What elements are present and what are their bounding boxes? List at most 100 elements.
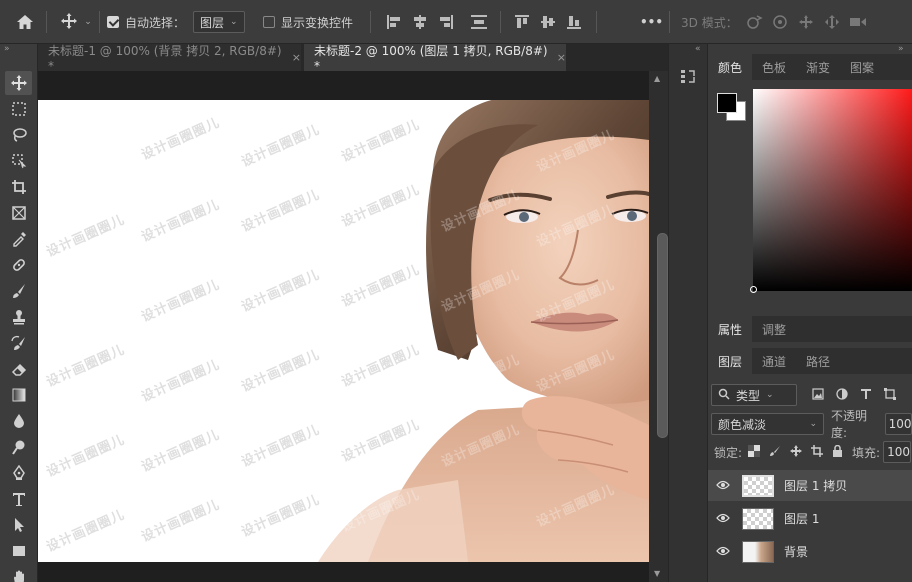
lasso-tool-icon[interactable]	[5, 123, 32, 147]
vertical-scrollbar[interactable]: ▲ ▼	[649, 71, 668, 582]
adjustment-filter-icon[interactable]	[836, 387, 848, 403]
show-transform-control[interactable]: 显示变换控件	[263, 0, 353, 44]
show-transform-checkbox[interactable]	[263, 16, 275, 28]
visibility-eye-icon[interactable]	[708, 545, 738, 559]
rotate-3d-icon[interactable]	[744, 0, 764, 44]
color-panel-tabs: 颜色 色板 渐变 图案	[708, 54, 912, 80]
path-selection-tool-icon[interactable]	[5, 513, 32, 537]
history-panel-icon[interactable]	[680, 68, 698, 89]
tab-paths[interactable]: 路径	[796, 348, 840, 374]
collapse-dock-icon[interactable]: «	[695, 44, 701, 54]
foreground-color-swatch[interactable]	[717, 93, 737, 113]
chevron-down-icon: ⌄	[230, 17, 238, 27]
color-picker-cursor[interactable]	[750, 286, 757, 293]
right-panel-group: » 颜色 色板 渐变 图案 属性 调整 图层 通道 路径 类型 ⌄ 颜色减淡 ⌄…	[708, 44, 912, 582]
lock-image-pixels-icon[interactable]	[769, 445, 781, 460]
opacity-value: 100	[888, 417, 912, 431]
auto-select-checkbox[interactable]	[107, 16, 119, 28]
hand-tool-icon[interactable]	[5, 565, 32, 582]
document-tab-2[interactable]: 未标题-2 @ 100% (图层 1 拷贝, RGB/8#) * ×	[304, 44, 566, 73]
frame-tool-icon[interactable]	[5, 201, 32, 225]
scroll-down-icon[interactable]: ▼	[654, 569, 660, 578]
more-options-button[interactable]: •••	[640, 0, 663, 44]
dodge-tool-icon[interactable]	[5, 435, 32, 459]
color-field[interactable]	[753, 89, 912, 291]
object-selection-tool-icon[interactable]	[5, 149, 32, 173]
type-filter-icon[interactable]	[860, 388, 872, 403]
visibility-eye-icon[interactable]	[708, 512, 738, 526]
align-left-icon[interactable]	[384, 0, 404, 44]
document-tab-1[interactable]: 未标题-1 @ 100% (背景 拷贝 2, RGB/8#) * ×	[38, 44, 301, 73]
image-filter-icon[interactable]	[812, 387, 824, 403]
eraser-tool-icon[interactable]	[5, 357, 32, 381]
move-icon	[60, 12, 78, 33]
align-center-horizontal-icon[interactable]	[410, 0, 430, 44]
pan-3d-icon[interactable]	[796, 0, 816, 44]
lock-fill-row: 锁定: 填充: 100	[708, 441, 912, 463]
roll-3d-icon[interactable]	[770, 0, 790, 44]
close-icon[interactable]: ×	[557, 51, 566, 64]
scrollbar-thumb[interactable]	[657, 233, 668, 438]
lock-position-icon[interactable]	[790, 444, 803, 460]
layers-panel-tabs: 图层 通道 路径	[708, 348, 912, 374]
brush-tool-icon[interactable]	[5, 279, 32, 303]
layer-name: 图层 1 拷贝	[784, 479, 848, 493]
tab-patterns[interactable]: 图案	[840, 54, 884, 80]
move-tool-icon[interactable]	[5, 71, 32, 95]
marquee-tool-icon[interactable]	[5, 97, 32, 121]
expand-panel-icon[interactable]: »	[4, 44, 10, 54]
layer-row[interactable]: 图层 1 拷贝	[708, 470, 912, 501]
healing-brush-tool-icon[interactable]	[5, 253, 32, 277]
align-bottom-icon[interactable]	[564, 0, 584, 44]
tab-color[interactable]: 颜色	[708, 54, 753, 80]
lock-all-icon[interactable]	[832, 444, 843, 460]
tab-layers[interactable]: 图层	[708, 348, 753, 374]
eyedropper-tool-icon[interactable]	[5, 227, 32, 251]
tab-gradients[interactable]: 渐变	[796, 54, 840, 80]
crop-tool-icon[interactable]	[5, 175, 32, 199]
layer-filter-dropdown[interactable]: 类型 ⌄	[711, 384, 797, 406]
clone-stamp-tool-icon[interactable]	[5, 305, 32, 329]
document-canvas[interactable]: 设计画圈圈儿 设计画圈圈儿 设计画圈圈儿 设计画圈圈儿 设计画圈圈儿 设计画圈圈…	[38, 100, 649, 562]
gradient-tool-icon[interactable]	[5, 383, 32, 407]
close-icon[interactable]: ×	[292, 51, 301, 64]
type-tool-icon[interactable]	[5, 487, 32, 511]
align-top-icon[interactable]	[512, 0, 532, 44]
blur-tool-icon[interactable]	[5, 409, 32, 433]
align-right-icon[interactable]	[436, 0, 456, 44]
lock-artboard-icon[interactable]	[811, 444, 824, 460]
history-brush-tool-icon[interactable]	[5, 331, 32, 355]
tab-adjustments[interactable]: 调整	[752, 316, 796, 342]
opacity-input[interactable]: 100	[884, 413, 912, 435]
fill-value: 100	[887, 445, 910, 459]
fill-input[interactable]: 100	[883, 441, 912, 463]
slide-3d-icon[interactable]	[822, 0, 842, 44]
chevron-down-icon: ⌄	[809, 419, 818, 429]
scale-3d-icon[interactable]	[848, 0, 868, 44]
layer-row[interactable]: 背景	[708, 536, 912, 567]
scroll-up-icon[interactable]: ▲	[654, 74, 660, 83]
blend-mode-dropdown[interactable]: 颜色减淡 ⌄	[711, 413, 825, 435]
chevron-down-icon: ⌄	[766, 390, 774, 400]
canvas-workspace: 设计画圈圈儿 设计画圈圈儿 设计画圈圈儿 设计画圈圈儿 设计画圈圈儿 设计画圈圈…	[38, 71, 668, 582]
visibility-eye-icon[interactable]	[708, 479, 738, 493]
rectangle-tool-icon[interactable]	[5, 539, 32, 563]
align-middle-vertical-icon[interactable]	[538, 0, 558, 44]
tab-swatches[interactable]: 色板	[752, 54, 796, 80]
shape-filter-icon[interactable]	[884, 387, 896, 403]
tab-channels[interactable]: 通道	[752, 348, 796, 374]
auto-select-target-dropdown[interactable]: 图层 ⌄	[193, 0, 245, 44]
home-icon[interactable]	[12, 0, 38, 44]
layer-thumbnail	[742, 507, 774, 530]
move-tool-preset-button[interactable]: ⌄	[56, 0, 96, 44]
collapse-panels-icon[interactable]: »	[898, 44, 904, 54]
layer-row[interactable]: 图层 1	[708, 503, 912, 534]
distribute-vertical-icon[interactable]	[468, 0, 490, 44]
mode-3d-label: 3D 模式：	[681, 15, 738, 30]
layer-filter-value: 类型	[736, 388, 761, 403]
lock-label: 锁定:	[714, 445, 743, 460]
auto-select-control[interactable]: 自动选择：	[107, 0, 185, 44]
lock-transparent-pixels-icon[interactable]	[748, 444, 761, 460]
pen-tool-icon[interactable]	[5, 461, 32, 485]
tab-properties[interactable]: 属性	[708, 316, 753, 342]
